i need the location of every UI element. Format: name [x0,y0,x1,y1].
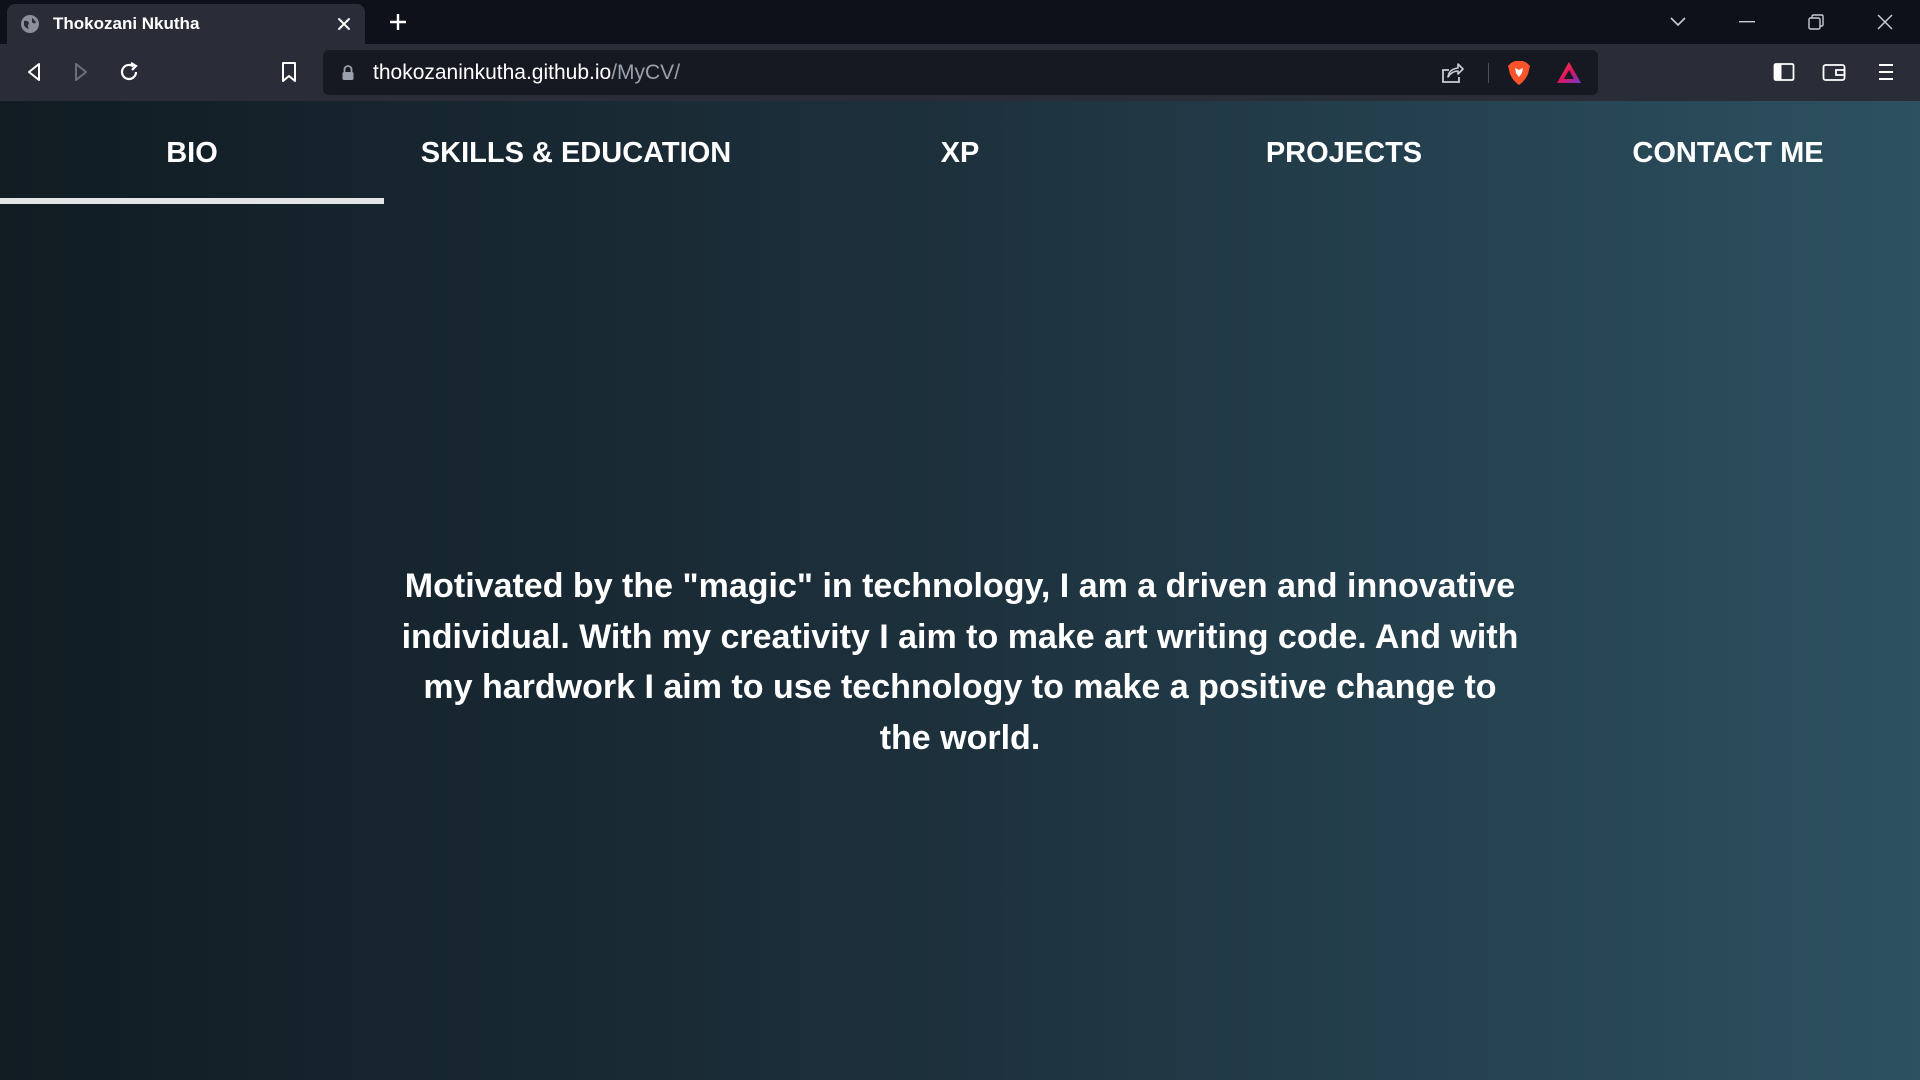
bookmark-icon[interactable] [271,54,307,90]
brave-rewards-icon[interactable] [1554,58,1584,88]
tab-search-dropdown-icon[interactable] [1648,0,1708,44]
page-content: BIO SKILLS & EDUCATION XP PROJECTS CONTA… [0,101,1920,1080]
tab-title: Thokozani Nkutha [53,14,200,33]
divider [1488,63,1489,83]
tab-xp[interactable]: XP [768,101,1152,205]
menu-icon[interactable] [1868,54,1904,90]
reload-icon[interactable] [111,54,147,90]
tab-projects[interactable]: PROJECTS [1152,101,1536,205]
minimize-icon[interactable] [1717,0,1777,44]
lock-icon[interactable] [333,58,363,88]
share-icon[interactable] [1437,58,1467,88]
url-text[interactable]: thokozaninkutha.github.io/MyCV/ [373,61,680,85]
back-arrow-icon[interactable] [16,54,52,90]
brave-shields-icon[interactable] [1504,58,1534,88]
url-path: /MyCV/ [611,61,681,84]
tab-contact-me[interactable]: CONTACT ME [1536,101,1920,205]
sidebar-icon[interactable] [1766,54,1802,90]
globe-icon [19,13,41,35]
restore-icon[interactable] [1786,0,1846,44]
new-tab-button[interactable] [383,7,413,37]
active-tab-indicator [0,198,384,204]
browser-toolbar: thokozaninkutha.github.io/MyCV/ [0,44,1920,101]
tab-skills-education[interactable]: SKILLS & EDUCATION [384,101,768,205]
wallet-icon[interactable] [1816,54,1852,90]
tab-strip: Thokozani Nkutha [0,0,1920,44]
close-tab-icon[interactable] [329,9,359,39]
close-window-icon[interactable] [1855,0,1915,44]
tab-bio[interactable]: BIO [0,101,384,205]
browser-window: Thokozani Nkutha thokozaninkutha.github.… [0,0,1920,1080]
forward-arrow-icon[interactable] [63,54,99,90]
url-host: thokozaninkutha.github.io [373,61,612,84]
bio-text: Motivated by the "magic" in technology, … [401,567,1519,757]
address-bar[interactable]: thokozaninkutha.github.io/MyCV/ [323,50,1598,95]
site-nav: BIO SKILLS & EDUCATION XP PROJECTS CONTA… [0,101,1920,205]
browser-tab[interactable]: Thokozani Nkutha [7,4,365,44]
